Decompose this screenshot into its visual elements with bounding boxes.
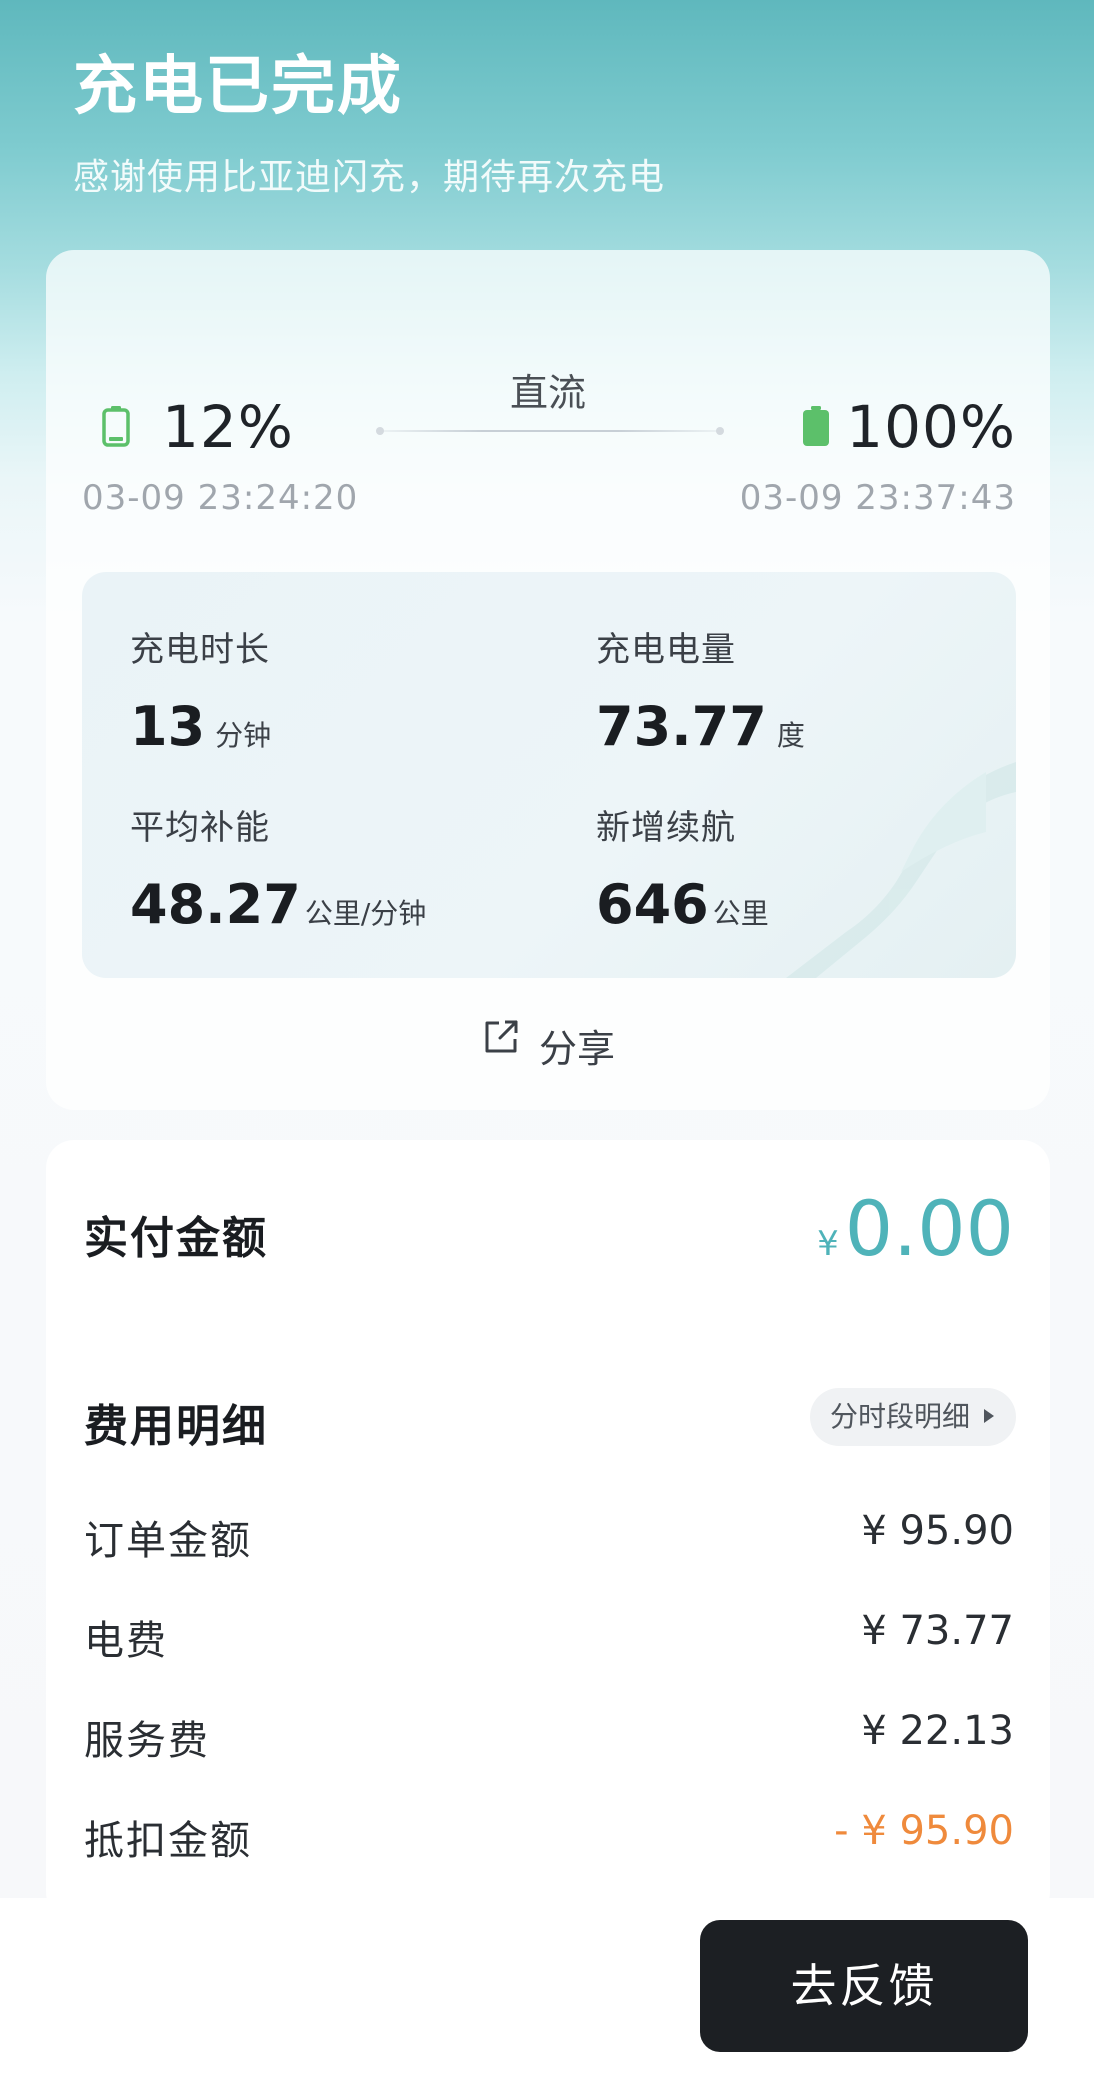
fee-value: - ¥ 95.90 xyxy=(834,1808,1014,1854)
stat-charge-duration: 充电时长 13 分钟 xyxy=(130,622,271,758)
battery-low-icon xyxy=(102,405,130,447)
start-time: 03-09 23:24:20 xyxy=(82,478,359,518)
paid-amount-label: 实付金额 xyxy=(84,1213,268,1264)
stat-label: 充电时长 xyxy=(130,630,270,670)
caret-right-icon xyxy=(984,1409,994,1423)
battery-full-icon xyxy=(802,405,830,447)
stat-value: 48.27 xyxy=(130,873,301,936)
fee-row-deduction: 抵扣金额 - ¥ 95.90 xyxy=(84,1808,1014,1868)
fee-label: 订单金额 xyxy=(84,1518,252,1564)
charging-plug-icon xyxy=(786,722,1016,978)
charge-progress-line xyxy=(376,427,724,435)
stat-unit: 度 xyxy=(776,719,805,752)
feedback-button[interactable]: 去反馈 xyxy=(700,1920,1028,2052)
end-battery-percent: 100% xyxy=(846,393,1016,461)
stat-average-rate: 平均补能 48.27 公里/分钟 xyxy=(130,800,426,936)
fee-label: 服务费 xyxy=(84,1718,210,1764)
stat-unit: 公里 xyxy=(712,897,769,930)
fee-value: ¥ 73.77 xyxy=(861,1608,1014,1654)
stat-value: 73.77 xyxy=(596,695,767,758)
payment-card: 实付金额 ¥0.00 费用明细 分时段明细 订单金额 ¥ 95.90 电费 ¥ … xyxy=(46,1140,1050,1920)
page-subtitle: 感谢使用比亚迪闪充，期待再次充电 xyxy=(73,157,666,198)
charge-summary-card: 直流 12% 03-09 23:24:20 100% 03-09 23:37:4… xyxy=(46,250,1050,1110)
fee-value: ¥ 22.13 xyxy=(861,1708,1014,1754)
paid-amount-value: 0.00 xyxy=(844,1184,1014,1273)
fee-label: 抵扣金额 xyxy=(84,1818,252,1864)
end-time: 03-09 23:37:43 xyxy=(739,478,1016,518)
stat-label: 平均补能 xyxy=(130,808,270,848)
fee-row-service: 服务费 ¥ 22.13 xyxy=(84,1708,1014,1768)
fee-row-order-amount: 订单金额 ¥ 95.90 xyxy=(84,1508,1014,1568)
fee-detail-title: 费用明细 xyxy=(84,1401,268,1452)
paid-amount: ¥0.00 xyxy=(817,1184,1014,1273)
stat-value: 13 xyxy=(130,695,206,758)
start-battery-percent: 12% xyxy=(162,393,294,461)
charge-stats-panel: 充电时长 13 分钟 充电电量 73.77 度 平均补能 48.27 公里/分钟 新增… xyxy=(82,572,1016,978)
fee-label: 电费 xyxy=(84,1618,168,1664)
period-detail-button[interactable]: 分时段明细 xyxy=(809,1388,1016,1446)
period-detail-label: 分时段明细 xyxy=(829,1400,970,1433)
stat-unit: 公里/分钟 xyxy=(304,897,427,930)
currency-symbol: ¥ xyxy=(817,1224,839,1264)
stat-charge-energy: 充电电量 73.77 度 xyxy=(596,622,805,758)
share-label: 分享 xyxy=(538,1027,615,1071)
stat-label: 新增续航 xyxy=(596,808,736,848)
stat-value: 646 xyxy=(596,873,709,936)
share-button[interactable]: 分享 xyxy=(46,1018,1050,1073)
share-icon xyxy=(481,1017,521,1066)
fee-value: ¥ 95.90 xyxy=(861,1508,1014,1554)
stat-label: 充电电量 xyxy=(596,630,736,670)
page-title: 充电已完成 xyxy=(73,50,403,124)
stat-added-range: 新增续航 646 公里 xyxy=(596,800,769,936)
fee-row-electricity: 电费 ¥ 73.77 xyxy=(84,1608,1014,1668)
stat-unit: 分钟 xyxy=(215,719,272,752)
